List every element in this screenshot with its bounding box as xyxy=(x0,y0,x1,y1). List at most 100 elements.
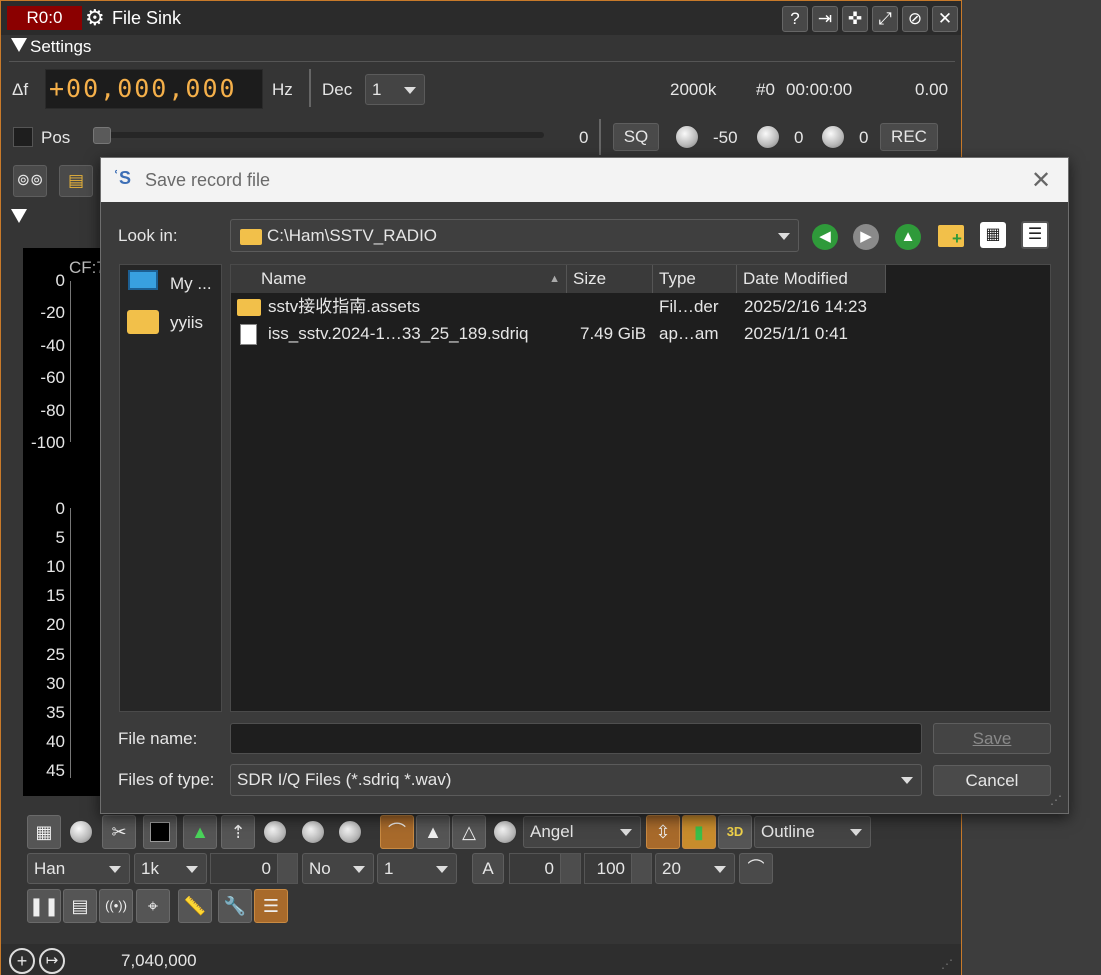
ref-spinbox-value: 0 xyxy=(544,859,554,878)
center-frequency-status: 7,040,000 xyxy=(121,951,197,970)
column-header-size[interactable]: Size xyxy=(567,265,653,293)
divider xyxy=(309,69,311,107)
grid-intensity-knob[interactable] xyxy=(69,820,93,844)
look-in-select[interactable]: C:\Ham\SSTV_RADIO xyxy=(230,219,799,252)
clear-button[interactable]: ✂ xyxy=(102,815,136,849)
record-mode-button[interactable]: ⊚⊚ xyxy=(13,165,47,197)
column-header-name[interactable]: Name ▲ xyxy=(231,265,567,293)
forward-button[interactable]: ▶ xyxy=(853,224,879,250)
file-select-button[interactable]: ▤ xyxy=(59,165,93,197)
gear-icon[interactable]: ⚙ xyxy=(85,6,109,30)
linear-scale-button[interactable]: ⌒ xyxy=(739,853,773,884)
pos-checkbox[interactable] xyxy=(13,127,33,147)
exit-icon: ⇥ xyxy=(817,9,833,28)
column-header-type[interactable]: Type xyxy=(653,265,737,293)
range-spinbox[interactable]: 100 xyxy=(584,853,652,884)
crosshair-icon: ⌖ xyxy=(147,896,159,916)
squelch-button[interactable]: SQ xyxy=(613,123,659,151)
fft-size-select[interactable]: 1k xyxy=(134,853,207,884)
file-row[interactable]: sstv接收指南.assets Fil…der 2025/2/16 14:23 xyxy=(231,294,1049,320)
ref-spinbox[interactable]: 0 xyxy=(509,853,581,884)
decay-divisor-knob[interactable] xyxy=(301,820,325,844)
reference-level-spinbox[interactable]: 0 xyxy=(210,853,298,884)
collapse-arrow-icon[interactable] xyxy=(11,37,27,52)
color-button[interactable] xyxy=(143,815,177,849)
sidebar-item-my-computer[interactable] xyxy=(126,268,160,296)
fps-select[interactable]: 20 xyxy=(655,853,735,884)
up-arrow-icon: ▲ xyxy=(900,228,916,245)
help-button[interactable]: ? xyxy=(782,6,808,32)
go-icon[interactable]: ↦ xyxy=(39,948,65,974)
settings-tool-button[interactable]: 🔧 xyxy=(218,889,252,923)
sidebar-item-label[interactable]: yyiis xyxy=(170,313,203,333)
add-icon[interactable]: + xyxy=(9,948,35,974)
pre-record-knob[interactable] xyxy=(821,125,845,149)
column-header-date[interactable]: Date Modified xyxy=(737,265,886,293)
frequency-dial[interactable]: +00,000,000 xyxy=(45,69,263,109)
squelch-time-knob[interactable] xyxy=(756,125,780,149)
stroke-knob[interactable] xyxy=(338,820,362,844)
gradient-trace-button[interactable]: △ xyxy=(452,815,486,849)
spectrum-axis xyxy=(70,281,71,442)
column-date-label: Date Modified xyxy=(743,269,848,288)
decimation-value: 1 xyxy=(372,80,382,99)
overlap-select[interactable]: No xyxy=(302,853,374,884)
spectrogram-style-select[interactable]: Outline xyxy=(754,816,871,848)
close-icon[interactable]: ✕ xyxy=(1031,166,1051,195)
histogram-button[interactable]: ▲ xyxy=(183,815,217,849)
fill-trace-button[interactable]: ▲ xyxy=(416,815,450,849)
file-name-input[interactable] xyxy=(230,723,922,754)
pause-icon: ❚❚ xyxy=(28,896,60,916)
save-icon: ▤ xyxy=(71,896,89,916)
expand-button[interactable]: ⤢ xyxy=(872,6,898,32)
waterfall-button[interactable]: ▮ xyxy=(682,815,716,849)
decimation-select[interactable]: 1 xyxy=(365,74,425,105)
palette-select[interactable]: Angel xyxy=(523,816,641,848)
look-in-label: Look in: xyxy=(118,226,178,245)
back-button[interactable]: ◀ xyxy=(812,224,838,250)
rx-index-badge[interactable]: R0:0 xyxy=(7,6,82,30)
save-spectrum-button[interactable]: ▤ xyxy=(63,889,97,923)
file-size: 7.49 GiB xyxy=(580,324,647,343)
trace-intensity-knob[interactable] xyxy=(493,820,517,844)
file-date: 2025/2/16 14:23 xyxy=(744,297,867,316)
position-slider-handle[interactable] xyxy=(93,127,111,144)
invert-button[interactable]: ⇳ xyxy=(646,815,680,849)
parent-dir-button[interactable]: ▲ xyxy=(895,224,921,250)
averaging-select[interactable]: 1 xyxy=(377,853,457,884)
3d-spectrogram-button[interactable]: 3D xyxy=(718,815,752,849)
spectrum-y-tick: -100 xyxy=(30,433,65,452)
close-button[interactable]: ✕ xyxy=(932,6,958,32)
max-hold-button[interactable]: ⇡ xyxy=(221,815,255,849)
decay-knob[interactable] xyxy=(263,820,287,844)
squelch-level-knob[interactable] xyxy=(675,125,699,149)
calibration-button[interactable]: ((•)) xyxy=(99,889,133,923)
spectrum-collapse-icon[interactable] xyxy=(11,208,27,228)
list-view-button[interactable]: ▦ xyxy=(980,222,1006,248)
menu-button[interactable]: ☰ xyxy=(254,889,288,923)
file-type-select[interactable]: SDR I/Q Files (*.sdriq *.wav) xyxy=(230,764,922,796)
folder-icon[interactable] xyxy=(127,310,159,334)
cancel-button[interactable]: Cancel xyxy=(933,765,1051,796)
color-swatch-icon xyxy=(150,822,170,842)
position-slider[interactable] xyxy=(97,132,544,138)
sidebar-item-label[interactable]: My ... xyxy=(170,274,212,294)
resize-grip-icon[interactable]: ⋰ xyxy=(941,957,953,971)
window-function-select[interactable]: Han xyxy=(27,853,130,884)
save-button[interactable]: Save xyxy=(933,723,1051,754)
current-trace-button[interactable]: ⌒ xyxy=(380,815,414,849)
shrink-button[interactable]: ✜ xyxy=(842,6,868,32)
auto-scale-button[interactable]: A xyxy=(472,853,504,884)
resize-grip-icon[interactable]: ⋰ xyxy=(1050,793,1062,807)
exit-button[interactable]: ⇥ xyxy=(812,6,838,32)
freeze-button[interactable]: ❚❚ xyxy=(27,889,61,923)
new-folder-button[interactable]: + xyxy=(938,225,964,248)
waterfall-time-tick: 35 xyxy=(46,702,65,722)
grid-button[interactable]: ▦ xyxy=(27,815,61,849)
detail-view-button[interactable]: ☰ xyxy=(1021,221,1049,249)
measure-button[interactable]: 📏 xyxy=(178,889,212,923)
hide-button[interactable]: ⊘ xyxy=(902,6,928,32)
file-row[interactable]: iss_sstv.2024-1…33_25_189.sdriq 7.49 GiB… xyxy=(231,321,1049,347)
record-button[interactable]: REC xyxy=(880,123,938,151)
markers-button[interactable]: ⌖ xyxy=(136,889,170,923)
